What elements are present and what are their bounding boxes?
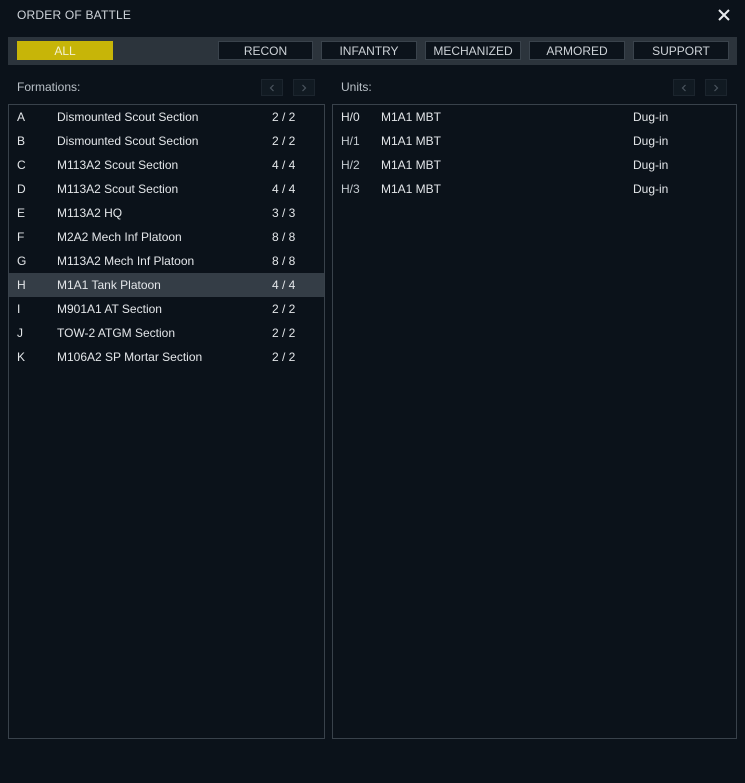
formations-next-button[interactable]	[293, 79, 315, 96]
unit-status: Dug-in	[633, 134, 669, 148]
unit-id: H/3	[341, 182, 360, 196]
formation-row-i[interactable]: I M901A1 AT Section 2 / 2	[9, 297, 324, 321]
formation-row-j[interactable]: J TOW-2 ATGM Section 2 / 2	[9, 321, 324, 345]
title-bar: ORDER OF BATTLE	[0, 0, 745, 32]
formation-id: J	[17, 326, 23, 340]
units-next-button[interactable]	[705, 79, 727, 96]
filter-armored-button[interactable]: ARMORED	[529, 41, 625, 60]
units-label: Units:	[341, 80, 372, 94]
unit-id: H/1	[341, 134, 360, 148]
formation-count: 8 / 8	[272, 254, 296, 268]
category-filter-bar: ALL RECON INFANTRY MECHANIZED ARMORED SU…	[8, 37, 737, 65]
formations-prev-button[interactable]	[261, 79, 283, 96]
unit-status: Dug-in	[633, 182, 669, 196]
unit-status: Dug-in	[633, 158, 669, 172]
formation-row-k[interactable]: K M106A2 SP Mortar Section 2 / 2	[9, 345, 324, 369]
formation-id: E	[17, 206, 26, 220]
filter-recon-button[interactable]: RECON	[218, 41, 313, 60]
filter-all-button[interactable]: ALL	[17, 41, 113, 60]
formation-count: 2 / 2	[272, 326, 296, 340]
formation-name: M2A2 Mech Inf Platoon	[57, 230, 182, 244]
unit-id: H/0	[341, 110, 360, 124]
unit-row[interactable]: H/3 M1A1 MBT Dug-in	[333, 177, 736, 201]
formations-list: A Dismounted Scout Section 2 / 2 B Dismo…	[8, 104, 325, 739]
formation-name: TOW-2 ATGM Section	[57, 326, 176, 340]
unit-row[interactable]: H/2 M1A1 MBT Dug-in	[333, 153, 736, 177]
formation-row-b[interactable]: B Dismounted Scout Section 2 / 2	[9, 129, 324, 153]
chevron-right-icon	[714, 84, 719, 91]
formation-row-c[interactable]: C M113A2 Scout Section 4 / 4	[9, 153, 324, 177]
units-panel: Units: H/0 M1A1 MBT Dug-in H/1 M1A1 MBT …	[332, 72, 737, 739]
units-prev-button[interactable]	[673, 79, 695, 96]
unit-name: M1A1 MBT	[381, 110, 442, 124]
units-list: H/0 M1A1 MBT Dug-in H/1 M1A1 MBT Dug-in …	[332, 104, 737, 739]
formation-count: 4 / 4	[272, 158, 296, 172]
formation-id: F	[17, 230, 25, 244]
formation-id: I	[17, 302, 21, 316]
formation-count: 3 / 3	[272, 206, 296, 220]
chevron-right-icon	[302, 84, 307, 91]
formation-name: M901A1 AT Section	[57, 302, 162, 316]
formation-name: M113A2 HQ	[57, 206, 123, 220]
formation-count: 4 / 4	[272, 278, 296, 292]
window-title: ORDER OF BATTLE	[17, 8, 132, 22]
unit-name: M1A1 MBT	[381, 134, 442, 148]
formation-row-a[interactable]: A Dismounted Scout Section 2 / 2	[9, 105, 324, 129]
formation-id: G	[17, 254, 27, 268]
formations-panel: Formations: A Dismounted Scout Section 2…	[8, 72, 325, 739]
close-button[interactable]	[713, 4, 735, 26]
formation-id: D	[17, 182, 26, 196]
formation-name: M1A1 Tank Platoon	[57, 278, 161, 292]
formation-row-f[interactable]: F M2A2 Mech Inf Platoon 8 / 8	[9, 225, 324, 249]
chevron-left-icon	[269, 84, 274, 91]
filter-infantry-button[interactable]: INFANTRY	[321, 41, 417, 60]
formation-count: 2 / 2	[272, 110, 296, 124]
formation-name: Dismounted Scout Section	[57, 110, 199, 124]
unit-row[interactable]: H/0 M1A1 MBT Dug-in	[333, 105, 736, 129]
formation-row-d[interactable]: D M113A2 Scout Section 4 / 4	[9, 177, 324, 201]
filter-mechanized-button[interactable]: MECHANIZED	[425, 41, 521, 60]
formation-id: B	[17, 134, 26, 148]
formation-id: C	[17, 158, 26, 172]
formation-name: M113A2 Mech Inf Platoon	[57, 254, 195, 268]
formation-count: 8 / 8	[272, 230, 296, 244]
formation-name: Dismounted Scout Section	[57, 134, 199, 148]
formation-count: 2 / 2	[272, 350, 296, 364]
chevron-left-icon	[681, 84, 686, 91]
formation-row-g[interactable]: G M113A2 Mech Inf Platoon 8 / 8	[9, 249, 324, 273]
filter-support-button[interactable]: SUPPORT	[633, 41, 729, 60]
unit-row[interactable]: H/1 M1A1 MBT Dug-in	[333, 129, 736, 153]
formation-row-e[interactable]: E M113A2 HQ 3 / 3	[9, 201, 324, 225]
units-header: Units:	[332, 72, 737, 101]
close-icon	[718, 9, 730, 21]
unit-name: M1A1 MBT	[381, 158, 442, 172]
formation-name: M113A2 Scout Section	[57, 158, 179, 172]
formation-name: M113A2 Scout Section	[57, 182, 179, 196]
formation-count: 2 / 2	[272, 302, 296, 316]
unit-status: Dug-in	[633, 110, 669, 124]
formation-row-h[interactable]: H M1A1 Tank Platoon 4 / 4	[9, 273, 324, 297]
unit-name: M1A1 MBT	[381, 182, 442, 196]
formation-id: K	[17, 350, 26, 364]
formations-label: Formations:	[17, 80, 81, 94]
formation-id: H	[17, 278, 26, 292]
formation-count: 2 / 2	[272, 134, 296, 148]
order-of-battle-window: ORDER OF BATTLE ALL RECON INFANTRY MECHA…	[0, 0, 745, 783]
formation-name: M106A2 SP Mortar Section	[57, 350, 203, 364]
formations-header: Formations:	[8, 72, 325, 101]
unit-id: H/2	[341, 158, 360, 172]
formation-id: A	[17, 110, 26, 124]
formation-count: 4 / 4	[272, 182, 296, 196]
